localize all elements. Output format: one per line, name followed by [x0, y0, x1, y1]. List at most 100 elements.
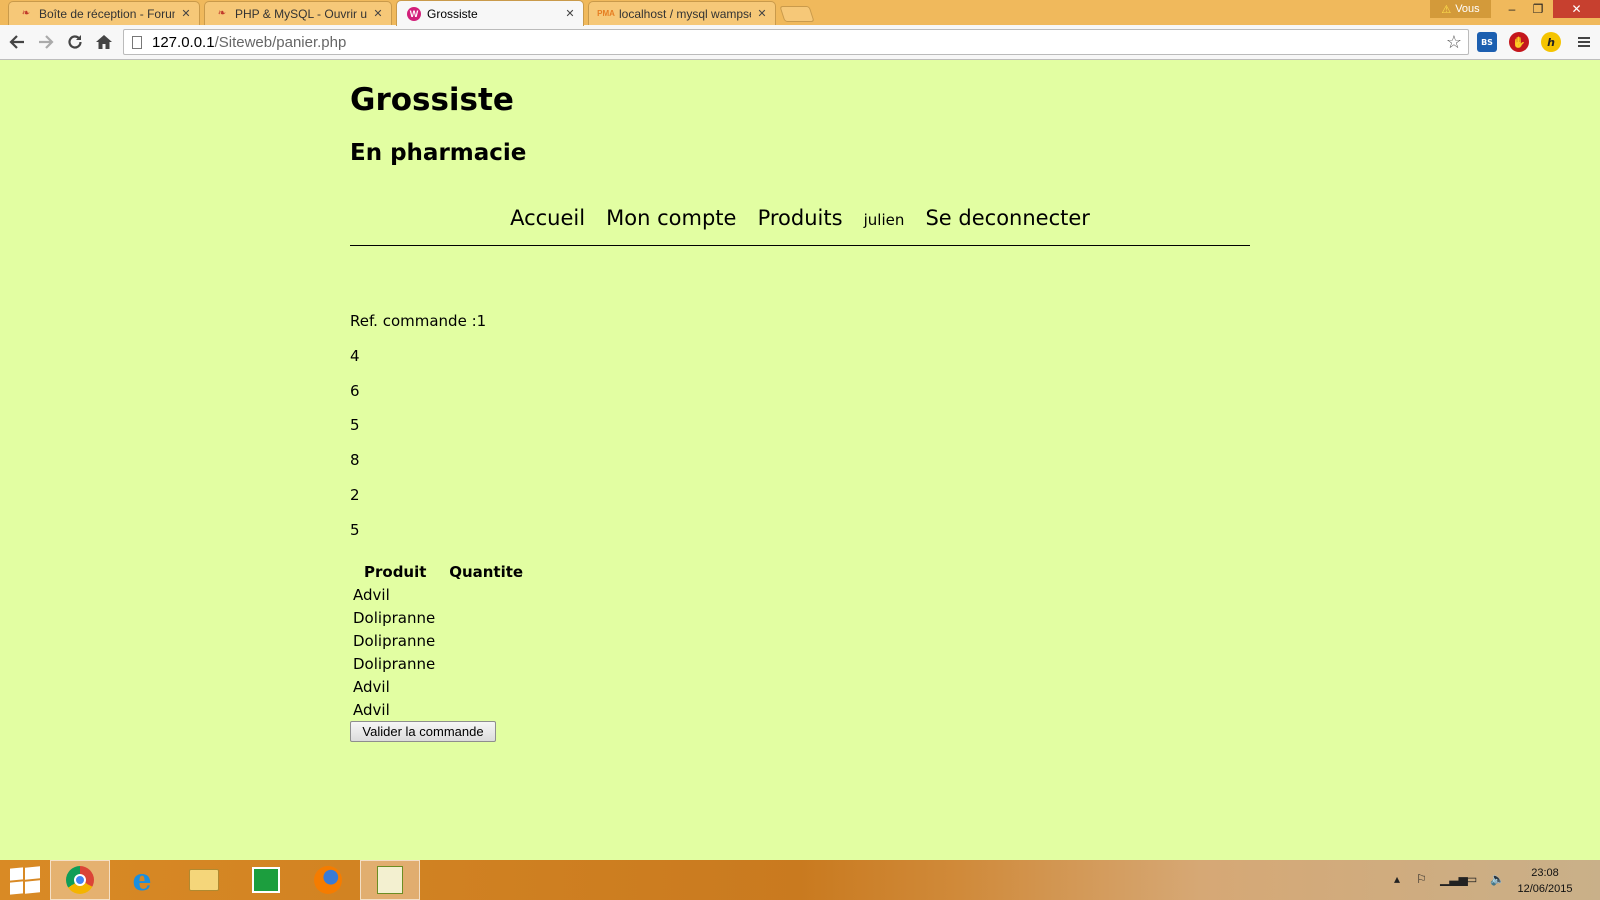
taskbar-file-explorer[interactable] — [174, 860, 234, 900]
cell-produit: Dolipranne — [353, 631, 436, 650]
windows-logo-icon — [10, 867, 23, 881]
nav-produits-link[interactable]: Produits — [758, 206, 843, 230]
tab-title: PHP & MySQL - Ouvrir un — [235, 6, 367, 21]
order-number-line: 5 — [350, 521, 360, 539]
nav-mon-compte-link[interactable]: Mon compte — [606, 206, 736, 230]
reload-button[interactable] — [63, 30, 87, 54]
home-icon — [96, 35, 112, 49]
cell-produit: Dolipranne — [353, 608, 436, 627]
forum-favicon-icon: ❧ — [21, 8, 31, 19]
tab-grossiste[interactable]: W Grossiste ✕ — [396, 0, 584, 26]
order-number-line: 8 — [350, 451, 360, 469]
system-clock[interactable]: 23:08 12/06/2015 — [1500, 865, 1590, 897]
site-title: Grossiste — [350, 82, 514, 118]
extension-translate-icon[interactable]: BS — [1477, 32, 1497, 52]
cell-produit: Advil — [353, 677, 390, 696]
new-tab-button[interactable] — [779, 6, 815, 22]
back-button[interactable] — [5, 30, 29, 54]
cell-quantite — [437, 607, 523, 628]
reload-icon — [68, 35, 82, 49]
firefox-icon — [314, 866, 342, 894]
cell-produit: Advil — [353, 585, 390, 604]
url-host: 127.0.0.1 — [152, 33, 215, 51]
table-row: Advil — [352, 676, 523, 697]
nav-deconnecter-link[interactable]: Se deconnecter — [925, 206, 1089, 230]
profile-label: Vous — [1455, 3, 1480, 15]
clock-date: 12/06/2015 — [1517, 883, 1573, 895]
order-number-line: 6 — [350, 382, 360, 400]
order-reference: Ref. commande :1 — [350, 312, 487, 330]
column-header-quantite: Quantite — [449, 562, 524, 581]
start-button[interactable] — [10, 866, 40, 895]
tab-close-icon[interactable]: ✕ — [755, 7, 769, 20]
action-center-flag-icon[interactable]: ⚐ — [1416, 872, 1427, 886]
grossiste-favicon-icon: W — [407, 6, 421, 21]
folder-icon — [189, 869, 219, 891]
order-table: Produit Quantite Advil Dolipranne Dolipr… — [350, 559, 525, 722]
tab-close-icon[interactable]: ✕ — [563, 7, 577, 20]
internet-explorer-icon: e — [132, 862, 152, 898]
tab-close-icon[interactable]: ✕ — [371, 7, 385, 20]
extension-honey-icon[interactable]: h — [1541, 32, 1561, 52]
table-header-row: Produit Quantite — [352, 561, 523, 582]
restore-button[interactable]: ❐ — [1524, 0, 1552, 18]
clock-time: 23:08 — [1531, 867, 1559, 879]
table-row: Advil — [352, 699, 523, 720]
main-navigation: Accueil Mon compte Produits julien Se de… — [350, 206, 1250, 230]
nav-divider — [350, 245, 1250, 246]
browser-toolbar: 127.0.0.1/Siteweb/panier.php ☆ BS ✋ h — [0, 25, 1600, 60]
tab-title: Grossiste — [427, 6, 478, 21]
forum-favicon-icon: ❧ — [217, 8, 227, 19]
profile-button[interactable]: ⚠ Vous — [1430, 0, 1491, 18]
hamburger-menu-icon — [1578, 37, 1590, 47]
tab-phpmyadmin[interactable]: PMA localhost / mysql wampse ✕ — [588, 1, 776, 25]
cell-produit: Advil — [353, 700, 390, 719]
store-icon — [252, 867, 280, 893]
order-number-line: 5 — [350, 416, 360, 434]
address-bar[interactable]: 127.0.0.1/Siteweb/panier.php ☆ — [123, 29, 1469, 55]
taskbar-internet-explorer[interactable]: e — [112, 860, 172, 900]
battery-icon[interactable]: ▭ — [1466, 872, 1477, 886]
taskbar-chrome[interactable] — [50, 860, 110, 900]
order-number-line: 2 — [350, 486, 360, 504]
taskbar-store[interactable] — [236, 860, 296, 900]
chrome-menu-button[interactable] — [1572, 30, 1596, 54]
valider-commande-button[interactable]: Valider la commande — [350, 721, 496, 742]
cell-quantite — [437, 630, 523, 651]
windows-logo-icon — [25, 866, 40, 880]
bookmark-star-icon[interactable]: ☆ — [1446, 32, 1462, 53]
site-subtitle: En pharmacie — [350, 140, 527, 166]
table-row: Advil — [352, 584, 523, 605]
page-icon — [132, 35, 142, 49]
url-path: /Siteweb/panier.php — [214, 33, 347, 51]
tab-close-icon[interactable]: ✕ — [179, 7, 193, 20]
column-header-produit: Produit — [364, 562, 427, 581]
show-hidden-icons-button[interactable]: ▴ — [1394, 872, 1400, 886]
cell-quantite — [437, 676, 523, 697]
network-signal-icon[interactable]: ▁▃▅ — [1440, 872, 1468, 886]
notepad-plus-icon — [377, 866, 403, 894]
forward-button[interactable] — [34, 30, 58, 54]
taskbar-firefox[interactable] — [298, 860, 358, 900]
windows-logo-icon — [25, 880, 40, 894]
windows-taskbar: e ▴ ⚐ ▁▃▅ ▭ 🔈 23:08 12/06/2015 — [0, 860, 1600, 900]
home-button[interactable] — [92, 30, 116, 54]
chrome-icon — [66, 866, 94, 894]
table-row: Dolipranne — [352, 607, 523, 628]
close-window-button[interactable]: ✕ — [1553, 0, 1600, 18]
table-row: Dolipranne — [352, 630, 523, 651]
back-arrow-icon — [9, 35, 24, 49]
cell-quantite — [437, 699, 523, 720]
extension-adblock-icon[interactable]: ✋ — [1509, 32, 1529, 52]
table-row: Dolipranne — [352, 653, 523, 674]
tab-forum[interactable]: ❧ Boîte de réception - Forum ✕ — [8, 1, 200, 25]
tab-title: localhost / mysql wampse — [619, 6, 751, 21]
order-number-line: 4 — [350, 347, 360, 365]
nav-username: julien — [863, 211, 905, 229]
tab-php-mysql[interactable]: ❧ PHP & MySQL - Ouvrir un ✕ — [204, 1, 392, 25]
minimize-button[interactable]: – — [1498, 0, 1526, 18]
taskbar-notepad-plus[interactable] — [360, 860, 420, 900]
nav-accueil-link[interactable]: Accueil — [510, 206, 585, 230]
warning-icon: ⚠ — [1441, 3, 1452, 16]
tab-strip: ❧ Boîte de réception - Forum ✕ ❧ PHP & M… — [0, 0, 1600, 26]
